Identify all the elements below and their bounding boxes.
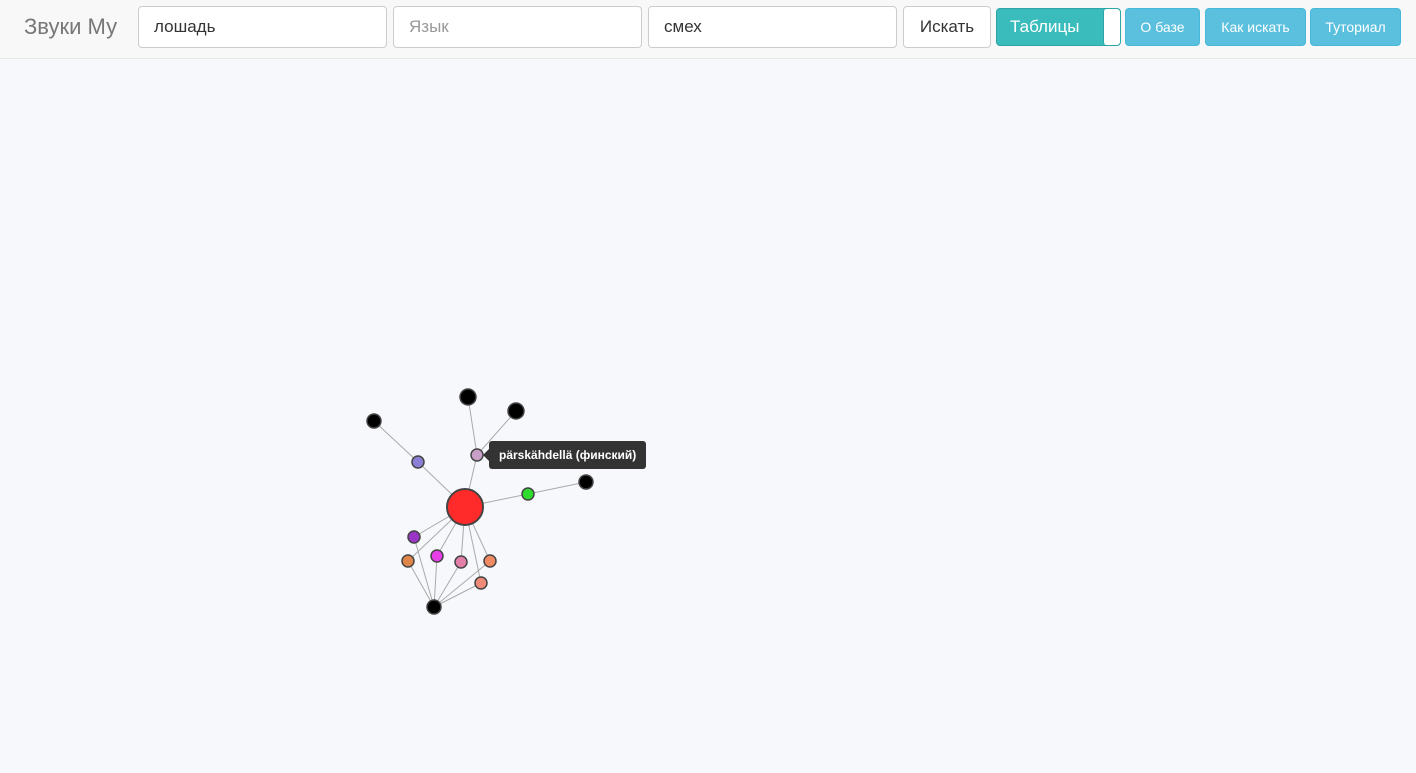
graph-nodes[interactable] [366,388,594,615]
graph-node[interactable] [401,554,415,568]
brand-title[interactable]: Звуки Му [24,14,117,40]
graph-edge [373,420,419,463]
graph-node[interactable] [507,402,525,420]
graph-node[interactable] [474,576,488,590]
graph-node[interactable] [430,549,444,563]
graph-node[interactable] [578,474,594,490]
graph-node[interactable] [454,555,468,569]
tables-toggle-label: Таблицы [1010,17,1080,36]
meaning-input[interactable] [648,6,897,48]
graph-node[interactable] [470,448,484,462]
graph-node[interactable] [407,530,421,544]
graph-edge [527,481,587,495]
search-button[interactable]: Искать [903,6,991,48]
howto-button[interactable]: Как искать [1205,8,1306,46]
toggle-handle[interactable] [1103,9,1120,45]
word-input[interactable] [138,6,387,48]
graph-node[interactable] [411,455,425,469]
graph-edge [413,536,435,608]
tutorial-button[interactable]: Туториал [1310,8,1401,46]
graph-edge [467,396,478,456]
graph-node[interactable] [426,599,442,615]
graph-center-node[interactable] [446,488,484,526]
graph-node[interactable] [521,487,535,501]
navbar: Звуки Му Искать Таблицы О базе Как искат… [0,0,1416,59]
graph-node[interactable] [366,413,382,429]
node-tooltip: pärskähdellä (финский) [482,441,647,469]
language-input[interactable] [393,6,642,48]
graph-node[interactable] [459,388,477,406]
tables-toggle[interactable]: Таблицы [996,8,1121,46]
graph-edge [407,560,435,608]
word-graph[interactable] [0,60,1416,773]
about-button[interactable]: О базе [1125,8,1200,46]
graph-node[interactable] [483,554,497,568]
